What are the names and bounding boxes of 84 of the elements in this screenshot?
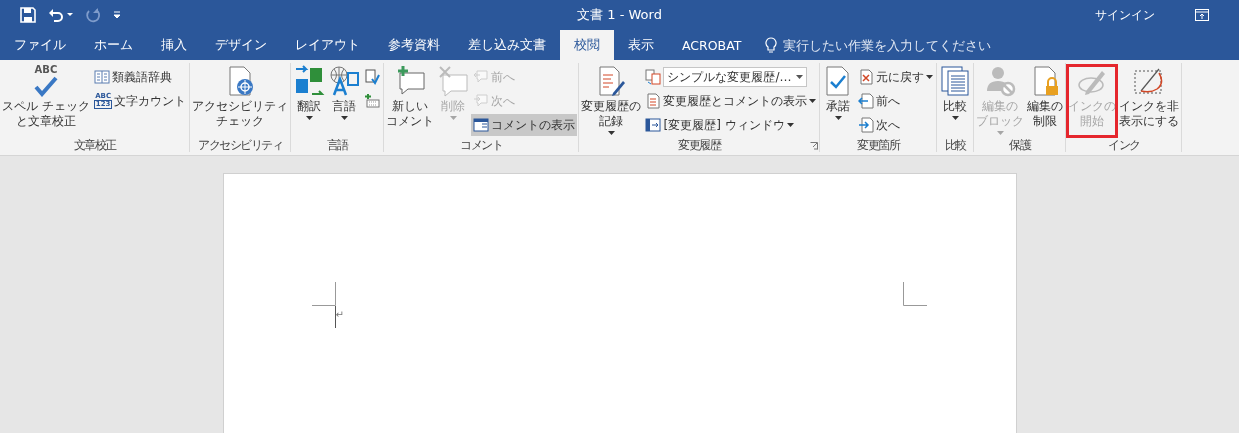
ribbon-button[interactable]: アクセシビリティ チェック (191, 65, 290, 137)
delete-comment-icon (437, 65, 470, 97)
ribbon-button[interactable]: 言語 (327, 65, 362, 137)
previous-comment-icon (473, 69, 490, 85)
caret-icon (113, 11, 121, 19)
next-comment-icon (473, 93, 490, 109)
dialog-launcher-button[interactable] (810, 142, 819, 150)
ribbon-tab[interactable]: ファイル (0, 30, 80, 60)
sign-in-link[interactable]: サインイン (1095, 6, 1155, 24)
ribbon-button[interactable]: 承諾 (821, 65, 856, 137)
ribbon-button[interactable]: 元に戻す (856, 66, 936, 88)
save-button[interactable] (18, 5, 38, 25)
ribbon-display-icon (1195, 9, 1209, 21)
globe-icon (328, 65, 361, 97)
ribbon-button[interactable]: 前へ (856, 90, 903, 112)
crop-mark (311, 282, 336, 306)
group-label: アクセシビリティ (198, 137, 283, 154)
ribbon-tab[interactable]: 挿入 (147, 30, 201, 60)
ribbon-tab[interactable]: ACROBAT (668, 30, 756, 60)
ribbon-button[interactable]: コメントの表示 (471, 114, 578, 136)
document-check-icon (364, 69, 381, 85)
group-label: 変更箇所 (857, 137, 900, 154)
caret-icon (809, 99, 817, 103)
group-label: コメント (460, 137, 503, 154)
caret-icon (305, 116, 313, 120)
ribbon-button[interactable]: 変更履歴とコメントの表示 (643, 90, 819, 112)
compare-documents-icon (645, 69, 662, 85)
caret-icon (926, 75, 934, 79)
paragraph-mark: ↵ (335, 310, 344, 320)
previous-change-icon (858, 93, 875, 109)
ribbon-button[interactable]: 比較 (938, 65, 973, 137)
ribbon-tab[interactable]: 参考資料 (374, 30, 454, 60)
caret-icon (951, 116, 959, 120)
user-block-icon (984, 65, 1017, 97)
crop-mark (902, 282, 927, 306)
group-label: 文章校正 (73, 137, 116, 154)
reject-icon (858, 69, 875, 85)
caret-icon (340, 116, 348, 120)
ribbon-button[interactable]: 編集の 制限 (1026, 65, 1065, 137)
ribbon-button[interactable]: [変更履歴] ウィンドウ (643, 114, 796, 136)
caret-icon (786, 123, 794, 127)
document-list-icon (645, 93, 662, 109)
keyboard-icon (364, 93, 381, 109)
comment-pane-icon (473, 117, 490, 133)
group-label: 言語 (326, 137, 348, 154)
ribbon-tab[interactable]: 差し込み文書 (454, 30, 560, 60)
compare-icon (939, 65, 972, 97)
caret-icon (607, 131, 615, 135)
caret-icon (67, 13, 73, 17)
text-cursor (334, 306, 336, 328)
caret-icon (449, 116, 457, 120)
ribbon-tab[interactable]: レイアウト (281, 30, 374, 60)
window-pane-icon (645, 117, 662, 133)
translate-icon (293, 65, 326, 97)
save-icon (20, 7, 36, 23)
next-change-icon (858, 117, 875, 133)
undo-icon (48, 7, 64, 23)
caret-icon (795, 75, 803, 79)
markup-dropdown[interactable]: シンプルな変更履歴/… (663, 67, 807, 87)
ribbon-tab[interactable]: デザイン (201, 30, 281, 60)
ribbon-tab[interactable]: 校閲 (560, 30, 614, 60)
redo-icon (85, 7, 101, 23)
group-label: 変更履歴 (678, 137, 721, 154)
ribbon-tab[interactable]: ホーム (80, 30, 147, 60)
caret-icon (996, 131, 1004, 135)
ribbon-display-options-button[interactable] (1195, 9, 1209, 21)
ribbon-button[interactable]: 類義語辞典 (91, 66, 174, 88)
ribbon-button[interactable]: 翻訳 (292, 65, 327, 137)
tell-me-field[interactable]: 実行したい作業を入力してください (765, 30, 1026, 60)
group-label: 比較 (944, 137, 966, 154)
ribbon-button[interactable]: 次へ (856, 114, 903, 136)
ribbon-button[interactable]: 新しい コメント (385, 65, 436, 137)
group-label: 保護 (1009, 137, 1031, 154)
lightbulb-icon (765, 36, 778, 54)
book-icon (93, 69, 110, 85)
launcher-icon (810, 142, 819, 150)
caret-icon (834, 116, 842, 120)
customize-toolbar-button[interactable] (111, 9, 123, 21)
ribbon-button[interactable]: ABC スペル チェック と文章校正 (1, 65, 91, 137)
ribbon-tab[interactable]: 表示 (614, 30, 668, 60)
group-label: インク (1108, 137, 1140, 154)
window-title: 文書 1 - Word (577, 6, 662, 24)
ribbon-button[interactable]: インクを非 表示にする (1118, 65, 1181, 137)
ribbon-button[interactable]: 変更履歴の 記録 (580, 65, 643, 137)
